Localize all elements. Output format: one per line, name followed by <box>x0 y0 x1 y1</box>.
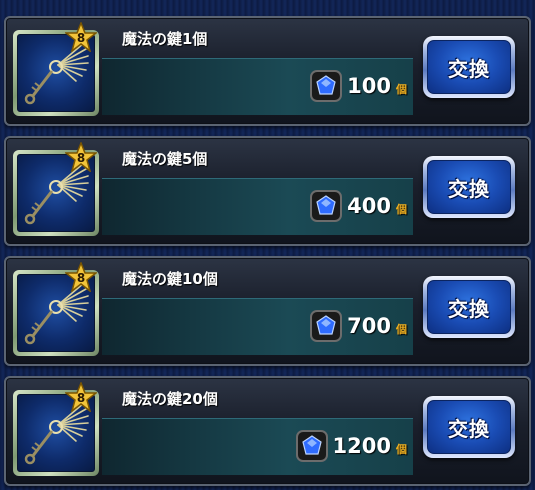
price-amount: 400 <box>347 194 391 218</box>
blue-gem-icon <box>310 70 343 102</box>
rank-number: 8 <box>76 391 86 405</box>
blue-gem-icon <box>310 190 343 222</box>
price-amount: 1200 <box>332 434 391 458</box>
exchange-list: 8 魔法の鍵1個 100 個 交換 8 魔法の鍵5個 400 個 交換 8 魔法… <box>0 0 535 490</box>
blue-gem-icon <box>310 310 343 342</box>
exchange-button[interactable]: 交換 <box>423 156 515 218</box>
exchange-row: 8 魔法の鍵5個 400 個 交換 <box>4 136 531 246</box>
exchange-row: 8 魔法の鍵10個 700 個 交換 <box>4 256 531 366</box>
exchange-button-label: 交換 <box>448 296 490 321</box>
rank-number: 8 <box>76 31 86 45</box>
exchange-button-label: 交換 <box>448 176 490 201</box>
price-amount: 100 <box>347 74 391 98</box>
rank-star-icon: 8 <box>63 140 99 173</box>
price: 400 個 <box>310 190 407 222</box>
rank-star-icon: 8 <box>63 260 99 293</box>
exchange-row: 8 魔法の鍵20個 1200 個 交換 <box>4 376 531 486</box>
price-unit: 個 <box>396 83 407 96</box>
item-name: 魔法の鍵10個 <box>122 270 218 288</box>
exchange-button-face[interactable]: 交換 <box>427 160 511 214</box>
rank-number: 8 <box>76 271 86 285</box>
exchange-button-label: 交換 <box>448 416 490 441</box>
blue-gem-icon <box>295 430 328 462</box>
price-unit: 個 <box>396 203 407 216</box>
exchange-button[interactable]: 交換 <box>423 396 515 458</box>
exchange-button-face[interactable]: 交換 <box>427 400 511 454</box>
exchange-button-label: 交換 <box>448 56 490 81</box>
price: 700 個 <box>310 310 407 342</box>
item-name: 魔法の鍵20個 <box>122 390 218 408</box>
price-unit: 個 <box>396 443 407 456</box>
price: 100 個 <box>310 70 407 102</box>
rank-star-icon: 8 <box>63 380 99 413</box>
exchange-button[interactable]: 交換 <box>423 36 515 98</box>
exchange-button-face[interactable]: 交換 <box>427 280 511 334</box>
price: 1200 個 <box>295 430 407 462</box>
item-name: 魔法の鍵1個 <box>122 30 208 48</box>
item-name: 魔法の鍵5個 <box>122 150 208 168</box>
exchange-button[interactable]: 交換 <box>423 276 515 338</box>
rank-number: 8 <box>76 151 86 165</box>
rank-star-icon: 8 <box>63 20 99 53</box>
price-amount: 700 <box>347 314 391 338</box>
exchange-row: 8 魔法の鍵1個 100 個 交換 <box>4 16 531 126</box>
exchange-button-face[interactable]: 交換 <box>427 40 511 94</box>
price-unit: 個 <box>396 323 407 336</box>
